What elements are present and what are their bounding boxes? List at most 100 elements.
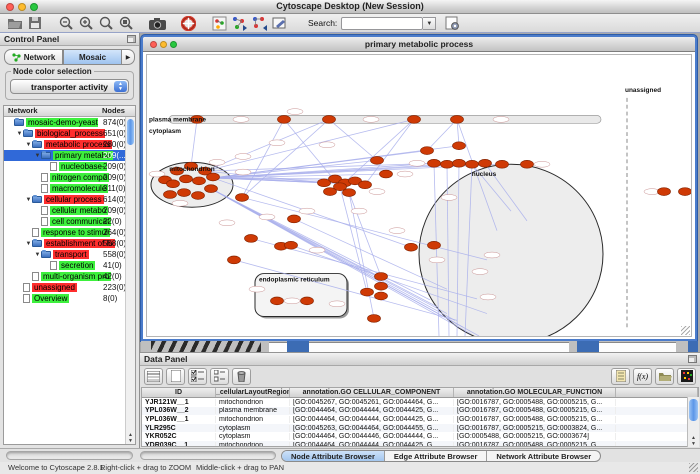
graph-node[interactable] bbox=[375, 282, 388, 290]
graph-node[interactable] bbox=[658, 188, 671, 196]
graph-node[interactable] bbox=[679, 188, 692, 196]
node-label-oval[interactable] bbox=[397, 171, 413, 177]
node-label-oval[interactable] bbox=[259, 214, 275, 220]
table-cell[interactable]: YPL036W__2 bbox=[142, 407, 216, 414]
graph-node[interactable] bbox=[278, 115, 291, 123]
graph-node[interactable] bbox=[421, 147, 434, 155]
minimize-window-button[interactable] bbox=[18, 3, 26, 11]
tree-item-secretion[interactable]: secretion41(0) bbox=[4, 260, 125, 271]
save-icon[interactable] bbox=[25, 15, 45, 32]
tree-col-nodes[interactable]: Nodes bbox=[102, 106, 125, 116]
node-label-oval[interactable] bbox=[351, 208, 367, 214]
tree-scrollbar[interactable]: ▲▼ bbox=[125, 117, 135, 444]
graph-node[interactable] bbox=[207, 173, 220, 181]
tree-item-multi-organism-pro[interactable]: multi-organism pro42(0) bbox=[4, 271, 125, 282]
graph-node[interactable] bbox=[521, 160, 534, 168]
snapshot-icon[interactable] bbox=[147, 15, 167, 32]
tree-item-establishment-of-lo[interactable]: ▼establishment of lo558(0) bbox=[4, 238, 125, 249]
tree-item-metabolic-process[interactable]: ▼metabolic process280(0) bbox=[4, 139, 125, 150]
node-label-oval[interactable] bbox=[363, 116, 379, 122]
table-cell[interactable]: [GO:0044464, GO:0044444, GO:0044425, G..… bbox=[290, 416, 454, 423]
node-label-oval[interactable] bbox=[369, 189, 385, 195]
table-row[interactable]: YPL036W__2plasma membrane[GO:0044464, GO… bbox=[142, 407, 698, 416]
tree-scrollbar-thumb[interactable] bbox=[127, 119, 134, 145]
table-cell[interactable]: [GO:0045267, GO:0045261, GO:0044464, G..… bbox=[290, 399, 454, 406]
matrix-view-icon[interactable] bbox=[677, 368, 696, 385]
network-window-titlebar[interactable]: primary metabolic process bbox=[143, 37, 695, 52]
graph-node[interactable] bbox=[323, 115, 336, 123]
node-label-oval[interactable] bbox=[284, 298, 300, 304]
node-label-oval[interactable] bbox=[269, 140, 285, 146]
node-color-dropdown[interactable]: transporter activity ▲▼ bbox=[10, 79, 129, 94]
table-row[interactable]: YDR039C__1mitochondrion[GO:0044464, GO:0… bbox=[142, 441, 698, 447]
tree-item-cellular-process[interactable]: ▼cellular process614(0) bbox=[4, 194, 125, 205]
table-cell[interactable]: [GO:0016787, GO:0005215, GO:0003824, G..… bbox=[454, 425, 616, 432]
graph-node[interactable] bbox=[193, 177, 206, 185]
import-network-icon[interactable] bbox=[229, 15, 249, 32]
layout-icon[interactable] bbox=[209, 15, 229, 32]
table-cell[interactable]: [GO:0016787, GO:0005488, GO:0005215, G..… bbox=[454, 416, 616, 423]
tree-item-response-to-stimul[interactable]: response to stimul264(0) bbox=[4, 227, 125, 238]
node-label-oval[interactable] bbox=[441, 195, 457, 201]
new-attribute-icon[interactable] bbox=[166, 368, 185, 385]
column-header-c-id[interactable]: ID bbox=[142, 388, 216, 397]
table-cell[interactable]: cytoplasm bbox=[216, 425, 290, 432]
open-icon[interactable] bbox=[5, 15, 25, 32]
graph-node[interactable] bbox=[359, 181, 372, 189]
table-cell[interactable]: YDR039C__1 bbox=[142, 442, 216, 447]
graph-node[interactable] bbox=[466, 160, 479, 168]
canvas-resize-grip[interactable] bbox=[681, 326, 690, 335]
tree-item-overview[interactable]: Overview8(0) bbox=[4, 293, 125, 304]
table-scrollbar[interactable]: ▲▼ bbox=[687, 397, 699, 447]
node-label-oval[interactable] bbox=[329, 301, 345, 307]
table-cell[interactable]: [GO:0005488, GO:0005215, GO:0003674] bbox=[454, 433, 616, 440]
graph-node[interactable] bbox=[368, 315, 381, 323]
close-window-button[interactable] bbox=[6, 3, 14, 11]
graph-node[interactable] bbox=[361, 288, 374, 296]
search-options-icon[interactable] bbox=[442, 15, 462, 32]
table-cell[interactable]: [GO:0044464, GO:0044444, GO:0044425, G..… bbox=[290, 442, 454, 447]
network-graph[interactable]: plasma membranecytoplasmmitochondrionnuc… bbox=[147, 55, 691, 336]
float-panel-icon[interactable] bbox=[127, 35, 136, 43]
function-builder-icon[interactable]: f(x) bbox=[633, 368, 652, 385]
tree-item-unassigned[interactable]: unassigned223(0) bbox=[4, 282, 125, 293]
table-cell[interactable]: YLR295C bbox=[142, 425, 216, 432]
zoom-view-button[interactable] bbox=[170, 41, 177, 48]
column-header-c-mf[interactable]: annotation.GO MOLECULAR_FUNCTION bbox=[454, 388, 616, 397]
node-label-oval[interactable] bbox=[484, 252, 500, 258]
tree-item-primary-metabo[interactable]: ▼primary metabo209(... bbox=[4, 150, 125, 161]
node-label-oval[interactable] bbox=[249, 286, 265, 292]
node-label-oval[interactable] bbox=[209, 159, 225, 165]
node-label-oval[interactable] bbox=[480, 294, 496, 300]
node-label-oval[interactable] bbox=[233, 116, 249, 122]
table-cell[interactable]: [GO:0016787, GO:0005488, GO:0005215, G..… bbox=[454, 399, 616, 406]
node-label-oval[interactable] bbox=[389, 228, 405, 234]
table-cell[interactable]: [GO:0044464, GO:0044444, GO:0044425, G..… bbox=[290, 407, 454, 414]
tree-item-biological-process[interactable]: ▼biological_process651(0) bbox=[4, 128, 125, 139]
search-dropdown-arrow-icon[interactable]: ▼ bbox=[423, 17, 436, 30]
export-network-icon[interactable] bbox=[249, 15, 269, 32]
table-row[interactable]: YPL036W__1mitochondrion[GO:0044464, GO:0… bbox=[142, 415, 698, 424]
unselect-attributes-icon[interactable] bbox=[210, 368, 229, 385]
delete-attribute-icon[interactable] bbox=[232, 368, 251, 385]
graph-node[interactable] bbox=[205, 185, 218, 193]
table-cell[interactable]: [GO:0016787, GO:0005488, GO:0005215, G..… bbox=[454, 442, 616, 447]
node-label-oval[interactable] bbox=[309, 247, 325, 253]
tree-expand-arrow-icon[interactable]: ▼ bbox=[16, 131, 23, 137]
table-row[interactable]: YKR052Ccytoplasm[GO:0044464, GO:0044446,… bbox=[142, 432, 698, 441]
attribute-table-icon[interactable] bbox=[144, 368, 163, 385]
tab-node-attribute-browser[interactable]: Node Attribute Browser bbox=[282, 451, 385, 461]
graph-node[interactable] bbox=[380, 170, 393, 178]
network-canvas[interactable]: plasma membranecytoplasmmitochondrionnuc… bbox=[146, 54, 692, 337]
table-cell[interactable]: YKR052C bbox=[142, 433, 216, 440]
tree-col-network[interactable]: Network bbox=[4, 106, 102, 116]
table-cell[interactable]: [GO:0045263, GO:0044464, GO:0044455, G..… bbox=[290, 425, 454, 432]
tree-scroll-arrows[interactable]: ▲▼ bbox=[126, 432, 135, 444]
table-cell[interactable]: cytoplasm bbox=[216, 433, 290, 440]
graph-node[interactable] bbox=[441, 160, 454, 168]
graph-node[interactable] bbox=[192, 192, 205, 200]
tree-item-nitrogen-compo[interactable]: nitrogen compo209(0) bbox=[4, 172, 125, 183]
minimize-view-button[interactable] bbox=[160, 41, 167, 48]
zoom-selected-icon[interactable] bbox=[116, 15, 136, 32]
graph-node[interactable] bbox=[167, 180, 180, 188]
